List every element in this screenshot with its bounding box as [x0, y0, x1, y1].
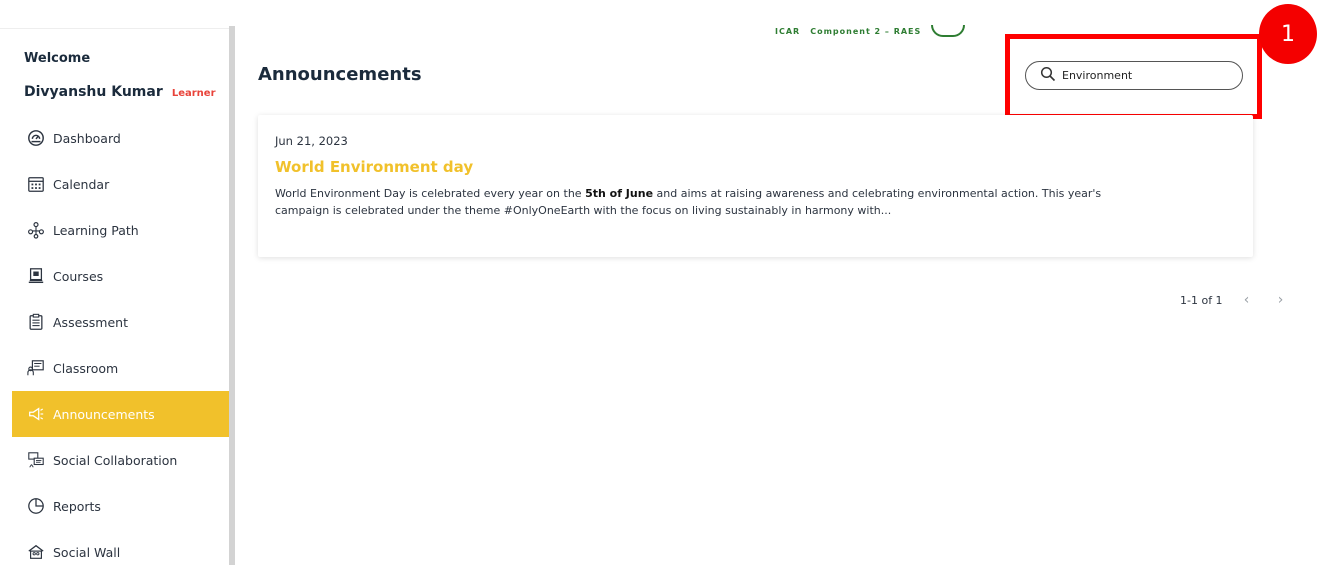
welcome-label: Welcome	[24, 51, 91, 66]
pagination: 1-1 of 1 ‹ ›	[1180, 290, 1291, 310]
page-title: Announcements	[258, 64, 422, 85]
sidebar-item-learning-path[interactable]: Learning Path	[12, 207, 229, 253]
body-text: World Environment Day is celebrated ever…	[275, 187, 586, 200]
sidebar-scrollbar[interactable]	[229, 26, 235, 565]
icar-logo: ICAR	[775, 26, 801, 36]
social-collaboration-icon	[26, 450, 46, 470]
pagination-range: 1-1 of 1	[1180, 293, 1223, 307]
assessment-icon	[26, 312, 46, 332]
sidebar-item-reports[interactable]: Reports	[12, 483, 229, 529]
sidebar-item-label: Dashboard	[53, 130, 121, 146]
sidebar-item-label: Reports	[53, 498, 101, 514]
calendar-icon	[26, 174, 46, 194]
dashboard-icon	[26, 128, 46, 148]
sidebar-item-label: Social Wall	[53, 544, 121, 560]
sidebar-item-assessment[interactable]: Assessment	[12, 299, 229, 345]
sidebar-item-social-collaboration[interactable]: Social Collaboration	[12, 437, 229, 483]
courses-icon	[26, 266, 46, 286]
announcement-title[interactable]: World Environment day	[275, 158, 473, 176]
classroom-icon	[26, 358, 46, 378]
sidebar-item-label: Courses	[53, 268, 104, 284]
component-logo: Component 2 – RAES	[810, 26, 922, 36]
user-info: Divyanshu Kumar Learner	[24, 81, 216, 100]
sidebar-item-label: Calendar	[53, 176, 110, 192]
announcement-body: World Environment Day is celebrated ever…	[275, 185, 1155, 219]
sidebar-item-classroom[interactable]: Classroom	[12, 345, 229, 391]
social-wall-icon	[26, 542, 46, 562]
sidebar-item-label: Social Collaboration	[53, 452, 178, 468]
sidebar-item-label: Assessment	[53, 314, 128, 330]
user-role-badge: Learner	[171, 88, 216, 99]
sidebar-item-social-wall[interactable]: Social Wall	[12, 529, 229, 565]
sidebar: Welcome Divyanshu Kumar Learner Dashboar…	[0, 28, 229, 565]
body-bold-text: 5th of June	[585, 187, 654, 200]
header-logos: ICAR Component 2 – RAES	[775, 24, 966, 38]
sidebar-item-label: Learning Path	[53, 222, 139, 238]
user-name: Divyanshu Kumar	[24, 84, 163, 100]
next-page-button[interactable]: ›	[1271, 290, 1291, 310]
sidebar-item-label: Announcements	[53, 406, 155, 422]
sidebar-nav: Dashboard Calendar Learning Path Courses…	[12, 115, 229, 565]
step-marker: 1	[1259, 4, 1317, 64]
megaphone-icon	[26, 404, 46, 424]
emblem-logo	[931, 25, 966, 37]
pie-chart-icon	[26, 496, 46, 516]
announcement-date: Jun 21, 2023	[275, 134, 348, 148]
announcement-card[interactable]: Jun 21, 2023 World Environment day World…	[258, 115, 1253, 257]
sidebar-item-label: Classroom	[53, 360, 119, 376]
sidebar-item-courses[interactable]: Courses	[12, 253, 229, 299]
sidebar-item-announcements[interactable]: Announcements	[12, 391, 229, 437]
sidebar-item-dashboard[interactable]: Dashboard	[12, 115, 229, 161]
highlight-box	[1005, 34, 1262, 119]
prev-page-button[interactable]: ‹	[1237, 290, 1257, 310]
sidebar-item-calendar[interactable]: Calendar	[12, 161, 229, 207]
learning-path-icon	[26, 220, 46, 240]
